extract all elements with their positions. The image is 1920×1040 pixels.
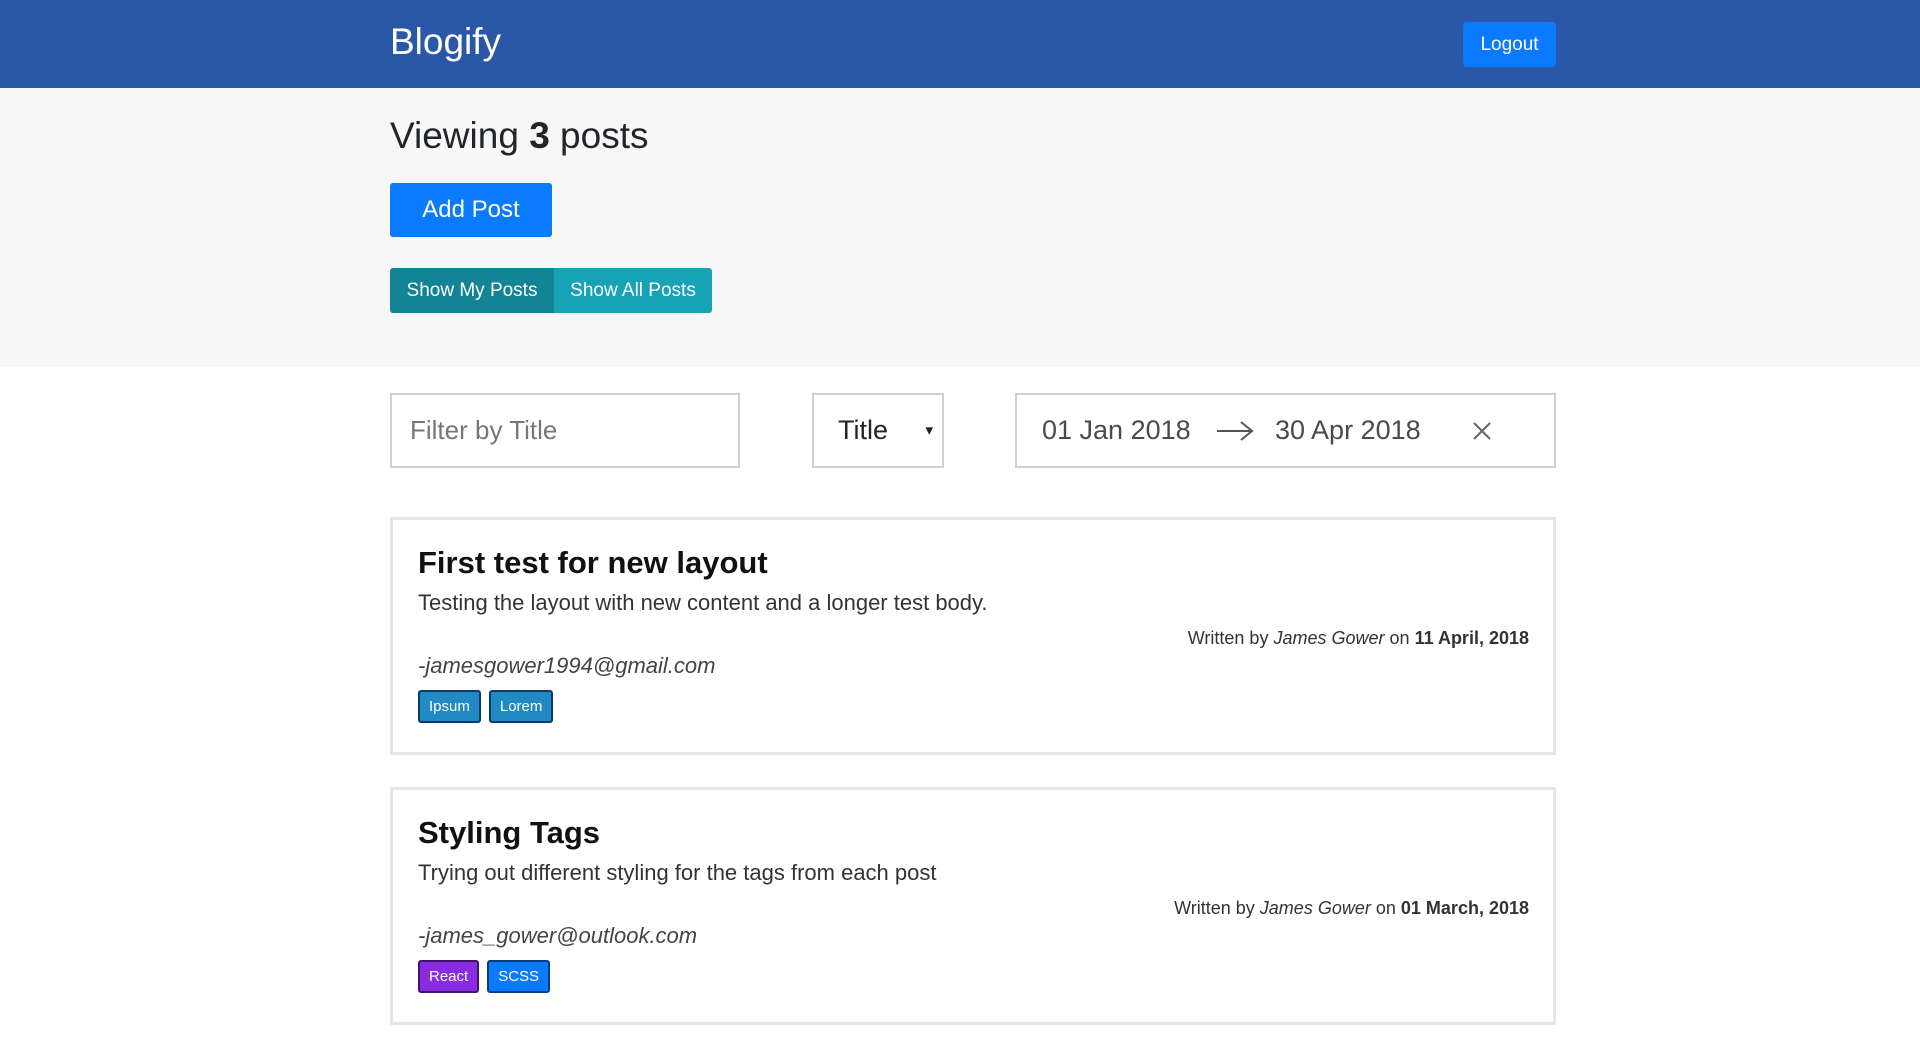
- sort-selected-value: Title: [838, 415, 889, 445]
- post-card[interactable]: Styling Tags Trying out different stylin…: [390, 787, 1556, 1025]
- post-author-email: -james_gower@outlook.com: [418, 923, 698, 948]
- post-meta: Written by James Gower on 11 April, 2018: [1188, 626, 1529, 650]
- post-body: Testing the layout with new content and …: [418, 590, 988, 615]
- tag-badge[interactable]: React: [418, 960, 480, 993]
- post-date: 11 April, 2018: [1414, 628, 1529, 648]
- top-navbar: Blogify Logout: [0, 0, 1920, 88]
- date-range-start[interactable]: 01 Jan 2018: [1042, 415, 1191, 446]
- filter-by-title-input[interactable]: [390, 393, 740, 468]
- viewing-suffix: posts: [560, 115, 649, 156]
- post-card[interactable]: First test for new layout Testing the la…: [390, 517, 1556, 755]
- tag-badge[interactable]: SCSS: [487, 960, 551, 993]
- date-range-picker: 01 Jan 2018 30 Apr 2018: [1015, 393, 1556, 468]
- post-author: James Gower: [1273, 628, 1385, 648]
- post-author: James Gower: [1259, 898, 1371, 918]
- post-title[interactable]: Styling Tags: [418, 814, 600, 852]
- viewing-prefix: Viewing: [390, 115, 519, 156]
- post-tags: React SCSS: [418, 960, 551, 993]
- post-title[interactable]: First test for new layout: [418, 544, 768, 582]
- date-range-end[interactable]: 30 Apr 2018: [1275, 415, 1421, 446]
- written-by-label: Written by: [1174, 898, 1255, 918]
- post-tags: Ipsum Lorem: [418, 690, 554, 723]
- on-label: on: [1389, 628, 1410, 648]
- brand-logo[interactable]: Blogify: [390, 20, 501, 64]
- logout-button[interactable]: Logout: [1463, 22, 1556, 67]
- add-post-button[interactable]: Add Post: [390, 183, 552, 237]
- close-icon[interactable]: [1470, 419, 1494, 443]
- post-meta: Written by James Gower on 01 March, 2018: [1174, 896, 1529, 920]
- tag-badge[interactable]: Ipsum: [418, 690, 481, 723]
- tag-badge[interactable]: Lorem: [488, 690, 554, 723]
- page-title: Viewing 3 posts: [390, 112, 648, 160]
- post-date: 01 March, 2018: [1400, 898, 1529, 918]
- arrow-right-icon: [1217, 421, 1254, 441]
- caret-down-icon: ▾: [925, 422, 933, 439]
- written-by-label: Written by: [1187, 628, 1269, 648]
- sort-by-select[interactable]: Title ▾: [812, 393, 944, 468]
- on-label: on: [1375, 898, 1396, 918]
- post-author-email: -jamesgower1994@gmail.com: [418, 653, 716, 678]
- show-all-posts-button[interactable]: Show All Posts: [554, 268, 712, 313]
- hero-section: [0, 88, 1920, 367]
- post-count: 3: [529, 115, 550, 156]
- show-my-posts-button[interactable]: Show My Posts: [390, 268, 554, 313]
- post-scope-toggle: Show My Posts Show All Posts: [390, 268, 712, 313]
- post-body: Trying out different styling for the tag…: [418, 860, 937, 885]
